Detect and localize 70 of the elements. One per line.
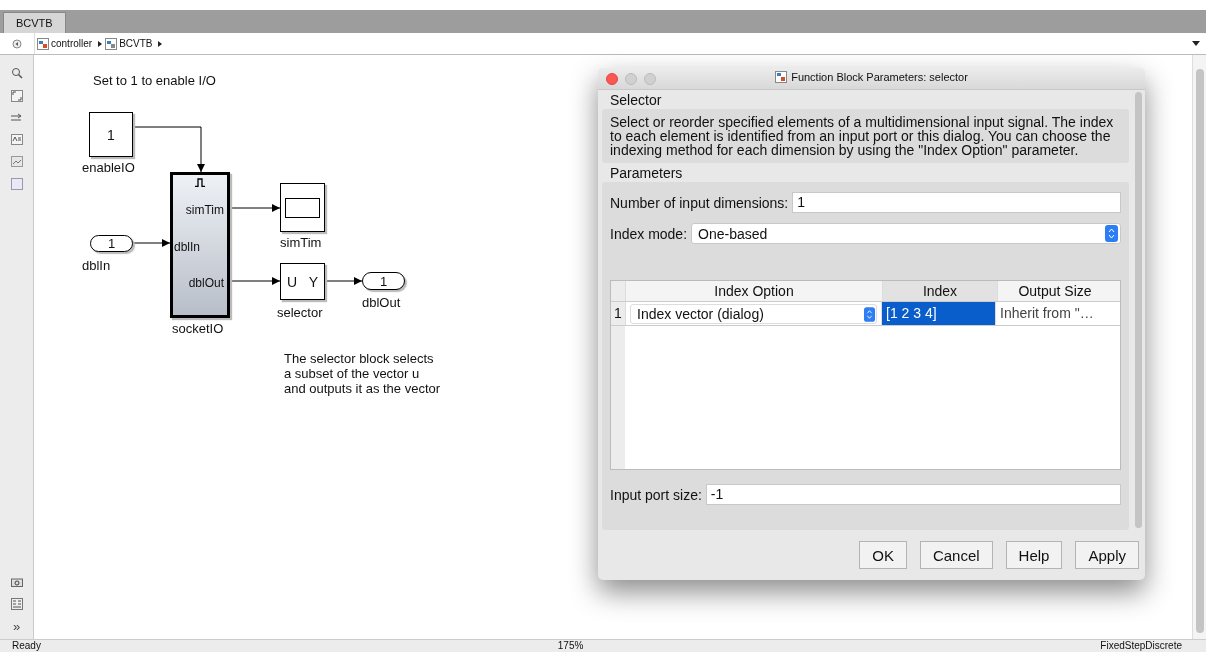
block-icon bbox=[775, 71, 788, 83]
table-cell[interactable]: Inherit from "… bbox=[995, 302, 1109, 325]
block-label: selector bbox=[277, 305, 323, 320]
back-icon[interactable] bbox=[12, 38, 22, 49]
selector-block[interactable]: U Y bbox=[280, 263, 325, 300]
dialog-button[interactable]: OK bbox=[859, 541, 907, 569]
breadcrumb-link[interactable]: controller bbox=[51, 38, 93, 49]
port-label: simTim bbox=[185, 203, 224, 217]
field-label: Input port size: bbox=[610, 486, 702, 503]
more-button[interactable]: » bbox=[12, 621, 21, 633]
outport-block[interactable]: 1 bbox=[362, 272, 405, 290]
breadcrumb-link[interactable]: BCVTB bbox=[119, 38, 153, 49]
scope-block[interactable] bbox=[280, 183, 325, 232]
annotation-text: The selector block selects a subset of the vector u and outputs it as the vector bbox=[284, 351, 441, 396]
image-icon[interactable] bbox=[10, 156, 23, 167]
block-label: simTim bbox=[280, 235, 322, 250]
port-label: U bbox=[287, 273, 298, 290]
annotation-text: Set to 1 to enable I/O bbox=[93, 73, 216, 88]
block-label: socketIO bbox=[172, 321, 224, 336]
table-cell[interactable]: [1 2 3 4] bbox=[881, 302, 995, 325]
stepper-icon bbox=[1105, 225, 1118, 242]
enable-port-icon bbox=[195, 178, 205, 187]
block-label: dblOut bbox=[362, 295, 401, 310]
description-text: Select or reorder specified elements of a multidimensional input signal. The index to each element is identified from an input port or this dialog. You can choose the indexing method for each dimension by using the "Index Option" parameter. bbox=[610, 114, 1114, 158]
close-button[interactable] bbox=[606, 72, 618, 85]
caret-icon[interactable] bbox=[157, 39, 164, 48]
port-label: dblOut bbox=[188, 276, 224, 290]
dropdown[interactable]: One-based bbox=[691, 223, 1121, 244]
signal-line bbox=[229, 204, 281, 212]
row-number: 1 bbox=[611, 302, 625, 325]
port-label: Y bbox=[308, 273, 318, 290]
signal-line bbox=[324, 277, 363, 285]
dialog-button[interactable]: Apply bbox=[1075, 541, 1139, 569]
constant-block[interactable]: 1 bbox=[89, 112, 133, 157]
dropdown-caret-icon[interactable] bbox=[1192, 40, 1200, 47]
camera-icon[interactable] bbox=[10, 577, 23, 587]
stepper-icon bbox=[864, 306, 875, 322]
signal-line bbox=[229, 277, 281, 285]
input-field[interactable]: -1 bbox=[705, 484, 1121, 505]
subsystem-block[interactable]: simTim dblIn dblOut bbox=[170, 172, 230, 318]
report-icon[interactable] bbox=[10, 598, 23, 610]
dialog-button[interactable]: Cancel bbox=[919, 541, 993, 569]
scrollbar-thumb[interactable] bbox=[1195, 69, 1204, 633]
column-header[interactable]: Index bbox=[882, 281, 997, 301]
input-field[interactable]: 1 bbox=[792, 192, 1121, 213]
model-tab[interactable]: BCVTB bbox=[3, 12, 66, 33]
fit-view-icon[interactable] bbox=[10, 90, 23, 102]
section-heading: Selector bbox=[609, 91, 663, 109]
scrollbar-thumb[interactable] bbox=[1135, 92, 1142, 528]
column-header[interactable]: Output Size bbox=[997, 281, 1112, 301]
status-text: 175% bbox=[557, 640, 584, 652]
status-text: Ready bbox=[12, 640, 41, 652]
model-icon bbox=[37, 37, 49, 50]
status-text: FixedStepDiscrete bbox=[1100, 640, 1182, 652]
port-label: dblIn bbox=[174, 239, 201, 254]
zoom-icon[interactable] bbox=[10, 67, 23, 79]
section-heading: Parameters bbox=[609, 164, 684, 182]
arrows-icon[interactable] bbox=[10, 113, 23, 123]
dialog-button[interactable]: Help bbox=[1005, 541, 1063, 569]
model-icon bbox=[105, 37, 118, 50]
block-label: dblIn bbox=[82, 258, 111, 273]
block-label: enableIO bbox=[82, 160, 135, 175]
inport-block[interactable]: 1 bbox=[90, 235, 133, 252]
scope-screen-icon bbox=[285, 197, 320, 218]
text-block-icon[interactable] bbox=[10, 134, 23, 145]
area-icon[interactable] bbox=[10, 178, 23, 190]
dialog-title: Function Block Parameters: selector bbox=[791, 71, 968, 83]
signal-line bbox=[132, 239, 171, 247]
field-label: Number of input dimensions: bbox=[610, 194, 789, 211]
field-label: Index mode: bbox=[610, 225, 688, 242]
